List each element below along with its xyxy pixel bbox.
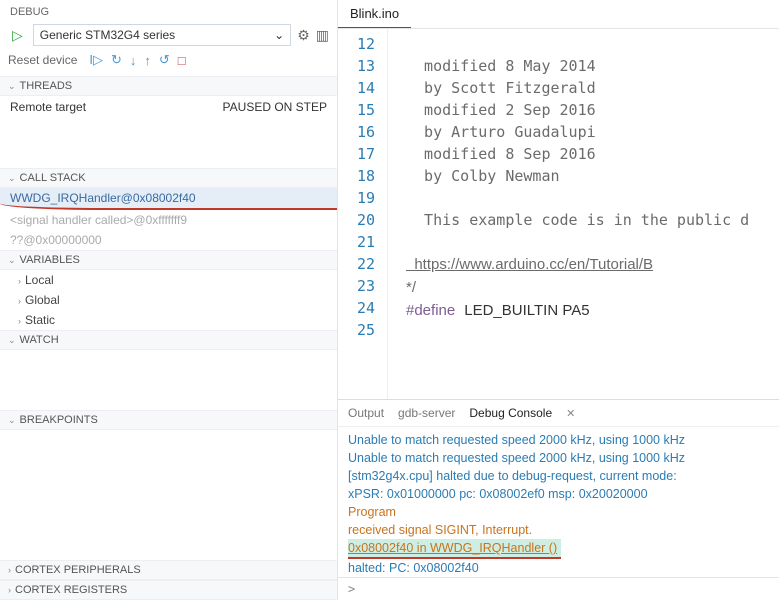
stop-icon[interactable]: □ [178, 53, 186, 68]
cortex-registers-title: CORTEX REGISTERS [15, 584, 127, 596]
chevron-right-icon: › [8, 565, 11, 575]
close-icon[interactable]: ✕ [566, 407, 575, 420]
cortex-peripherals-title: CORTEX PERIPHERALS [15, 564, 141, 576]
watch-title: WATCH [20, 334, 59, 346]
continue-icon[interactable]: I▷ [89, 52, 103, 68]
editor-tab[interactable]: Blink.ino [338, 0, 411, 28]
chevron-down-icon: ⌄ [8, 173, 16, 184]
threads-section-header[interactable]: ⌄ THREADS [0, 76, 337, 96]
chevron-right-icon: › [18, 296, 21, 306]
tab-output[interactable]: Output [348, 406, 384, 420]
step-into-icon[interactable]: ↓ [130, 53, 137, 68]
thread-status: PAUSED ON STEP [223, 100, 327, 114]
variables-group-label: Local [25, 273, 54, 287]
variables-local[interactable]: › Local [0, 270, 337, 290]
callstack-frame[interactable]: <signal handler called>@0xfffffff9 [0, 210, 337, 230]
run-debug-button[interactable]: ▷ [8, 25, 27, 46]
watch-section-header[interactable]: ⌄ WATCH [0, 330, 337, 350]
callstack-frame[interactable]: ??@0x00000000 [0, 230, 337, 250]
chevron-right-icon: › [18, 316, 21, 326]
launch-config-label: Generic STM32G4 series [40, 28, 175, 42]
variables-global[interactable]: › Global [0, 290, 337, 310]
step-out-icon[interactable]: ↑ [144, 53, 151, 68]
threads-title: THREADS [20, 80, 73, 92]
restart-icon[interactable]: ↺ [159, 52, 170, 68]
debug-console-output[interactable]: Unable to match requested speed 2000 kHz… [338, 427, 779, 577]
chevron-down-icon: ⌄ [8, 415, 16, 426]
callstack-frame[interactable]: WWDG_IRQHandler@0x08002f40 [0, 188, 337, 210]
debug-header: DEBUG [0, 0, 337, 20]
variables-group-label: Static [25, 313, 55, 327]
chevron-down-icon: ⌄ [8, 255, 16, 266]
breakpoints-title: BREAKPOINTS [20, 414, 98, 426]
reset-device-button[interactable]: Reset device [8, 53, 77, 67]
debug-console-input[interactable]: > [338, 577, 779, 600]
output-icon[interactable]: ▥ [316, 27, 329, 44]
cortex-registers-header[interactable]: › CORTEX REGISTERS [0, 580, 337, 600]
editor-gutter: 12 13 14 15 16 17 18 19 20 21 22 23 24 2… [338, 29, 388, 399]
tab-gdb-server[interactable]: gdb-server [398, 406, 455, 420]
chevron-right-icon: › [18, 276, 21, 286]
thread-target[interactable]: Remote target [10, 100, 86, 114]
chevron-down-icon: ⌄ [8, 81, 16, 92]
variables-title: VARIABLES [20, 254, 80, 266]
variables-static[interactable]: › Static [0, 310, 337, 330]
breakpoints-section-header[interactable]: ⌄ BREAKPOINTS [0, 410, 337, 430]
variables-group-label: Global [25, 293, 60, 307]
tab-debug-console[interactable]: Debug Console [469, 406, 552, 420]
gear-icon[interactable]: ⚙ [297, 27, 310, 44]
callstack-title: CALL STACK [20, 172, 86, 184]
callstack-section-header[interactable]: ⌄ CALL STACK [0, 168, 337, 188]
cortex-peripherals-header[interactable]: › CORTEX PERIPHERALS [0, 560, 337, 580]
chevron-down-icon: ⌄ [274, 28, 284, 42]
variables-section-header[interactable]: ⌄ VARIABLES [0, 250, 337, 270]
step-over-icon[interactable]: ↻ [111, 52, 122, 68]
chevron-right-icon: › [8, 585, 11, 595]
launch-config-select[interactable]: Generic STM32G4 series ⌄ [33, 24, 291, 46]
editor-code[interactable]: modified 8 May 2014 by Scott Fitzgerald … [388, 29, 779, 399]
chevron-down-icon: ⌄ [8, 335, 16, 346]
